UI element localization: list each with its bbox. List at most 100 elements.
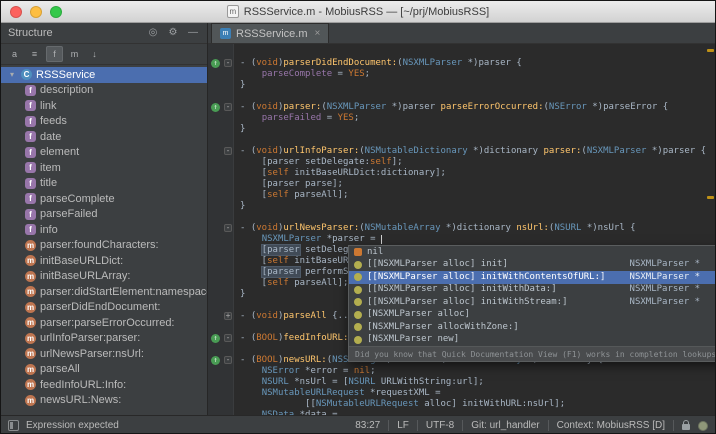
structure-item-info[interactable]: finfo (1, 222, 207, 238)
structure-item-link[interactable]: flink (1, 98, 207, 114)
structure-item-item[interactable]: fitem (1, 160, 207, 176)
method-icon (354, 286, 362, 294)
sort-by-type-icon[interactable]: ≡ (26, 46, 43, 62)
structure-item-parseall[interactable]: mparseAll (1, 362, 207, 378)
show-fields-icon[interactable]: f (46, 46, 63, 62)
field-icon: f (25, 131, 36, 142)
expand-arrow-icon[interactable]: ▾ (7, 70, 17, 79)
fold-collapse-icon[interactable]: - (224, 103, 232, 111)
hide-panel-icon[interactable]: — (186, 26, 200, 40)
app-window: m RSSService.m - MobiusRSS — [~/prj/Mobi… (0, 0, 716, 434)
implemented-method-marker-icon[interactable]: ↑ (211, 356, 220, 365)
structure-item-initbaseurldict[interactable]: minitBaseURLDict: (1, 253, 207, 269)
toolwindow-toggle-icon[interactable] (8, 420, 19, 431)
structure-item-element[interactable]: felement (1, 145, 207, 161)
completion-item[interactable]: [[NSXMLParser alloc] initWithData:]NSXML… (349, 284, 715, 297)
code-line: } (208, 80, 715, 91)
completion-item[interactable]: [[NSXMLParser alloc] init]NSXMLParser * (349, 259, 715, 272)
code-line-text: - (void)urlInfoParser:(NSMutableDictiona… (234, 146, 706, 157)
completion-item[interactable]: [NSXMLParser alloc] (349, 309, 715, 322)
completion-item[interactable]: nil (349, 246, 715, 259)
status-caret-position[interactable]: 83:27 (355, 420, 380, 431)
structure-item-date[interactable]: fdate (1, 129, 207, 145)
code-line-text: parseComplete = YES; (234, 69, 370, 80)
status-separator (462, 420, 463, 431)
status-encoding[interactable]: UTF-8 (426, 420, 454, 431)
close-window-button[interactable] (10, 6, 22, 18)
window-title-text: RSSService.m - MobiusRSS — [~/prj/Mobius… (244, 6, 489, 18)
fold-collapse-icon[interactable]: - (224, 334, 232, 342)
code-line-text: NSData *data = (234, 410, 338, 415)
method-icon: m (25, 302, 36, 313)
completion-item[interactable]: [NSXMLParser new] (349, 334, 715, 347)
structure-item-parsefailed[interactable]: fparseFailed (1, 207, 207, 223)
code-line-text (234, 212, 240, 223)
code-line: parseFailed = YES; (208, 113, 715, 124)
line-gutter: - (208, 146, 234, 157)
sort-alpha-icon[interactable]: a (6, 46, 23, 62)
lock-icon[interactable] (682, 424, 690, 430)
line-gutter (208, 377, 234, 388)
structure-item-label: parser:foundCharacters: (40, 239, 159, 251)
structure-item-newsurl-news[interactable]: mnewsURL:News: (1, 393, 207, 409)
code-line-text: - (void)urlNewsParser:(NSMutableArray *)… (234, 223, 636, 234)
status-git-branch[interactable]: Git: url_handler (471, 420, 539, 431)
minimize-window-button[interactable] (30, 6, 42, 18)
fold-collapse-icon[interactable]: - (224, 59, 232, 67)
code-editor[interactable]: ↑-- (void)parserDidEndDocument:(NSXMLPar… (208, 44, 715, 415)
structure-item-parser-foundcharacters[interactable]: mparser:foundCharacters: (1, 238, 207, 254)
structure-item-feeds[interactable]: ffeeds (1, 114, 207, 130)
completion-item[interactable]: [NSXMLParser allocWithZone:] (349, 321, 715, 334)
autoscroll-source-icon[interactable]: ◎ (146, 26, 160, 40)
method-icon (354, 273, 362, 281)
structure-item-label: initBaseURLArray: (40, 270, 130, 282)
field-icon: f (25, 100, 36, 111)
structure-item-parserdidenddocument[interactable]: mparserDidEndDocument: (1, 300, 207, 316)
line-gutter (208, 157, 234, 168)
gear-icon[interactable]: ⚙ (166, 26, 180, 40)
traffic-lights (10, 6, 62, 18)
line-gutter: + (208, 311, 234, 322)
fold-collapse-icon[interactable]: - (224, 356, 232, 364)
method-icon (354, 261, 362, 269)
line-gutter: ↑- (208, 58, 234, 69)
line-gutter (208, 322, 234, 333)
completion-popup: nil[[NSXMLParser alloc] init]NSXMLParser… (348, 245, 715, 362)
implemented-method-marker-icon[interactable]: ↑ (211, 103, 220, 112)
line-gutter (208, 366, 234, 377)
structure-item-initbaseurlarray[interactable]: minitBaseURLArray: (1, 269, 207, 285)
tab-close-icon[interactable]: × (315, 28, 321, 39)
structure-item-parser-didstartelement-namespaceuri[interactable]: mparser:didStartElement:namespaceURI:... (1, 284, 207, 300)
inspections-hector-icon[interactable] (698, 421, 708, 431)
completion-list: nil[[NSXMLParser alloc] init]NSXMLParser… (349, 246, 715, 346)
code-line-text: [parser setDelegate (234, 245, 365, 256)
code-line-text: NSURL *nsUrl = [NSURL URLWithString:url]… (234, 377, 484, 388)
error-stripe-mark[interactable] (707, 196, 714, 199)
structure-item-parser-parseerroroccurred[interactable]: mparser:parseErrorOccurred: (1, 315, 207, 331)
code-line-text: [parser performSele (234, 267, 365, 278)
fold-collapse-icon[interactable]: - (224, 224, 232, 232)
tab-rssservice[interactable]: m RSSService.m × (211, 23, 329, 43)
fold-expand-icon[interactable]: + (224, 312, 232, 320)
method-icon (354, 311, 362, 319)
structure-item-urlnewsparser-nsurl[interactable]: murlNewsParser:nsUrl: (1, 346, 207, 362)
structure-item-title[interactable]: ftitle (1, 176, 207, 192)
status-run-context[interactable]: Context: MobiusRSS [D] (557, 420, 665, 431)
structure-item-description[interactable]: fdescription (1, 83, 207, 99)
structure-item-rssservice[interactable]: ▾CRSSService (1, 67, 207, 83)
status-line-separator[interactable]: LF (397, 420, 409, 431)
structure-item-urlinfoparser-parser[interactable]: murlInfoParser:parser: (1, 331, 207, 347)
error-stripe-mark[interactable] (707, 49, 714, 52)
show-methods-icon[interactable]: m (66, 46, 83, 62)
implemented-method-marker-icon[interactable]: ↑ (211, 59, 220, 68)
fold-collapse-icon[interactable]: - (224, 147, 232, 155)
zoom-window-button[interactable] (50, 6, 62, 18)
structure-item-feedinfourl-info[interactable]: mfeedInfoURL:Info: (1, 377, 207, 393)
completion-item[interactable]: [[NSXMLParser alloc] initWithContentsOfU… (349, 271, 715, 284)
autoscroll-to-source-icon[interactable]: ↓ (86, 46, 103, 62)
structure-item-label: link (40, 100, 57, 112)
structure-panel: Structure ◎⚙— a≡fm↓ ▾CRSSServicefdescrip… (1, 23, 208, 415)
implemented-method-marker-icon[interactable]: ↑ (211, 334, 220, 343)
completion-item[interactable]: [[NSXMLParser alloc] initWithStream:]NSX… (349, 296, 715, 309)
structure-item-parsecomplete[interactable]: fparseComplete (1, 191, 207, 207)
